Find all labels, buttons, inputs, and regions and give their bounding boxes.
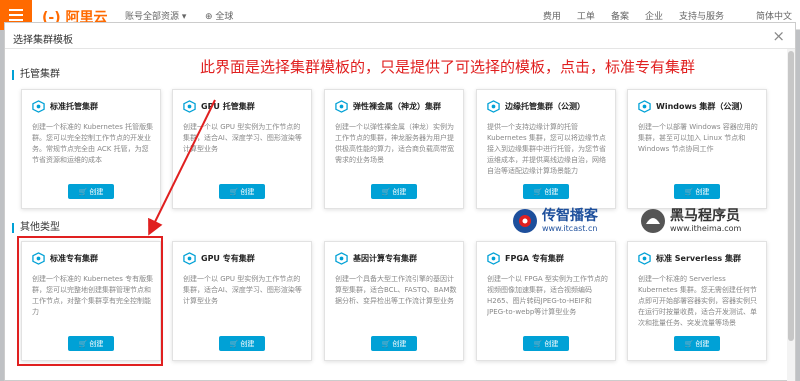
card-description: 创建一个以 GPU 型实例为工作节点的集群，适合AI、深度学习、图形渲染等计算型… [183,275,302,305]
cluster-icon [335,252,348,265]
cart-icon: 🛒 [533,339,543,348]
itcast-logo-icon [513,209,537,233]
cluster-icon [335,100,348,113]
cluster-icon [638,100,651,113]
card-title: 标准 Serverless 集群 [656,254,741,263]
card-description: 创建一个具备大型工作流引擎的基因计算型集群，适合BCL、FASTQ、BAM数据分… [335,275,457,305]
cart-icon: 🛒 [684,339,694,348]
itheima-watermark: 黑马程序员 www.itheima.com [640,208,741,234]
card-description: 创建一个标准的 Serverless Kubernetes 集群。您无需创建任何… [638,275,757,327]
create-label: 创建 [392,187,407,196]
card-description: 创建一个以 GPU 型实例为工作节点的集群，适合AI、深度学习、图形渲染等计算型… [183,123,302,153]
modal-title: 选择集群模板 [13,35,73,46]
create-label: 创建 [544,339,559,348]
card-windows[interactable]: Windows 集群（公测） 创建一个以部署 Windows 容器应用的集群，甚… [627,89,767,209]
cluster-icon [183,100,196,113]
itcast-watermark: 传智播客 www.itcast.cn [512,208,598,234]
cart-icon: 🛒 [78,187,88,196]
itcast-url: www.itcast.cn [542,224,598,233]
account-resources-dropdown[interactable]: 账号全部资源 ▾ [125,9,186,22]
nav-fees[interactable]: 费用 [543,9,561,22]
nav-support[interactable]: 支持与服务 [679,9,724,22]
section-managed-title: 托管集群 [12,70,60,80]
annotation-text: 此界面是选择集群模板的，只是提供了可选择的模板，点击，标准专有集群 [200,58,696,76]
card-title: 标准托管集群 [50,102,98,111]
create-button[interactable]: 🛒 创建 [219,184,265,199]
nav-enterprise[interactable]: 企业 [645,9,663,22]
itcast-name: 传智播客 [542,208,598,224]
cluster-icon [487,252,500,265]
card-serverless[interactable]: 标准 Serverless 集群 创建一个标准的 Serverless Kube… [627,241,767,361]
card-title: Windows 集群（公测） [656,102,748,111]
itheima-name: 黑马程序员 [670,208,740,224]
highlight-box [17,236,163,366]
create-button[interactable]: 🛒 创建 [523,184,569,199]
cart-icon: 🛒 [533,187,543,196]
create-label: 创建 [240,187,255,196]
itheima-url: www.itheima.com [670,224,742,233]
close-icon[interactable]: × [772,27,785,45]
card-description: 提供一个支持边缘计算的托管 Kubernetes 集群，您可以将边缘节点接入到边… [487,123,606,175]
create-button[interactable]: 🛒 创建 [68,184,114,199]
cart-icon: 🛒 [381,187,391,196]
region-selector[interactable]: ⊕ 全球 [205,9,233,22]
create-button[interactable]: 🛒 创建 [371,184,417,199]
create-label: 创建 [240,339,255,348]
itheima-logo-icon [641,209,665,233]
card-title: 弹性裸金属（神龙）集群 [353,102,441,111]
create-button[interactable]: 🛒 创建 [219,336,265,351]
create-button[interactable]: 🛒 创建 [371,336,417,351]
cart-icon: 🛒 [229,339,239,348]
create-button[interactable]: 🛒 创建 [674,336,720,351]
create-label: 创建 [392,339,407,348]
card-gpu-managed[interactable]: GPU 托管集群 创建一个以 GPU 型实例为工作节点的集群，适合AI、深度学习… [172,89,312,209]
cluster-icon [183,252,196,265]
card-bare-metal[interactable]: 弹性裸金属（神龙）集群 创建一个以弹性裸金属（神龙）实例为工作节点的集群，神龙服… [324,89,464,209]
card-fpga-dedicated[interactable]: FPGA 专有集群 创建一个以 FPGA 型实例为工作节点的视频图像加速集群，适… [476,241,616,361]
card-description: 创建一个以 FPGA 型实例为工作节点的视频图像加速集群，适合视频编码H265、… [487,275,608,316]
card-standard-managed[interactable]: 标准托管集群 创建一个标准的 Kubernetes 托管版集群。您可以完全控制工… [21,89,161,209]
card-description: 创建一个以弹性裸金属（神龙）实例为工作节点的集群，神龙服务器为用户提供极高性能的… [335,123,454,164]
section-other-title: 其他类型 [12,223,60,233]
cart-icon: 🛒 [229,187,239,196]
create-label: 创建 [544,187,559,196]
create-button[interactable]: 🛒 创建 [674,184,720,199]
card-description: 创建一个以部署 Windows 容器应用的集群，甚至可以加入 Linux 节点和… [638,123,758,153]
top-nav: 费用 工单 备案 企业 支持与服务 简体中文 [543,9,792,22]
create-label: 创建 [695,187,710,196]
card-title: 基因计算专有集群 [353,254,417,263]
card-title: FPGA 专有集群 [505,254,564,263]
nav-icp[interactable]: 备案 [611,9,629,22]
cart-icon: 🛒 [381,339,391,348]
create-label: 创建 [695,339,710,348]
modal-header: 选择集群模板 × [5,23,795,49]
create-label: 创建 [89,187,104,196]
card-description: 创建一个标准的 Kubernetes 托管版集群。您可以完全控制工作节点的开发业… [32,123,154,164]
scrollbar-thumb[interactable] [788,51,794,341]
cluster-icon [638,252,651,265]
create-button[interactable]: 🛒 创建 [523,336,569,351]
cart-icon: 🛒 [684,187,694,196]
card-title: GPU 专有集群 [201,254,255,263]
card-edge-managed[interactable]: 边缘托管集群（公测） 提供一个支持边缘计算的托管 Kubernetes 集群，您… [476,89,616,209]
card-title: GPU 托管集群 [201,102,255,111]
card-title: 边缘托管集群（公测） [505,102,585,111]
cluster-icon [487,100,500,113]
nav-language[interactable]: 简体中文 [756,9,792,22]
card-gpu-dedicated[interactable]: GPU 专有集群 创建一个以 GPU 型实例为工作节点的集群，适合AI、深度学习… [172,241,312,361]
nav-tickets[interactable]: 工单 [577,9,595,22]
card-genomics-dedicated[interactable]: 基因计算专有集群 创建一个具备大型工作流引擎的基因计算型集群，适合BCL、FAS… [324,241,464,361]
cluster-icon [32,100,45,113]
